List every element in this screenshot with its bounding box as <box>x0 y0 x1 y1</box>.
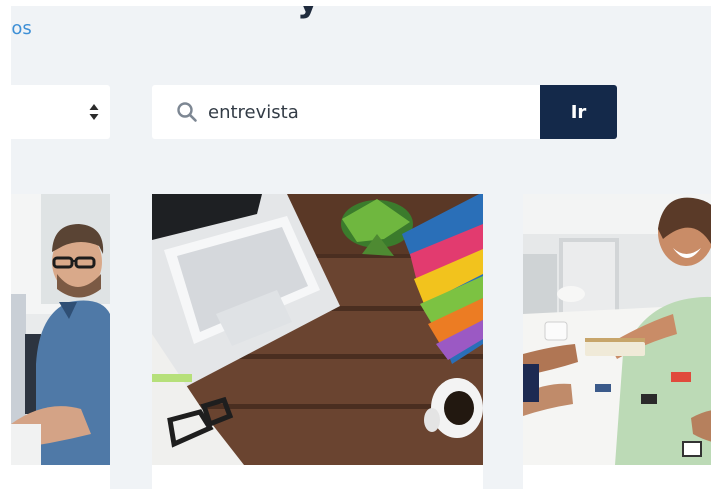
breadcrumb-link[interactable]: sos <box>11 18 32 39</box>
resource-card[interactable] <box>523 194 711 489</box>
search-box <box>152 85 540 139</box>
laptop-on-wooden-desk-photo <box>152 194 483 465</box>
page: y sos Ir <box>0 0 717 489</box>
sort-arrows-icon <box>89 103 99 121</box>
resource-card[interactable] <box>11 194 110 489</box>
search-icon <box>176 101 198 123</box>
page-title: y <box>297 6 319 20</box>
man-with-glasses-at-desk-photo <box>11 194 110 465</box>
resource-card[interactable] <box>152 194 483 489</box>
search-submit-button[interactable]: Ir <box>540 85 617 139</box>
content-panel: y sos Ir <box>11 6 711 489</box>
search-input[interactable] <box>208 94 528 130</box>
woman-laughing-at-meeting-table-photo <box>523 194 711 465</box>
category-select[interactable] <box>11 85 110 139</box>
